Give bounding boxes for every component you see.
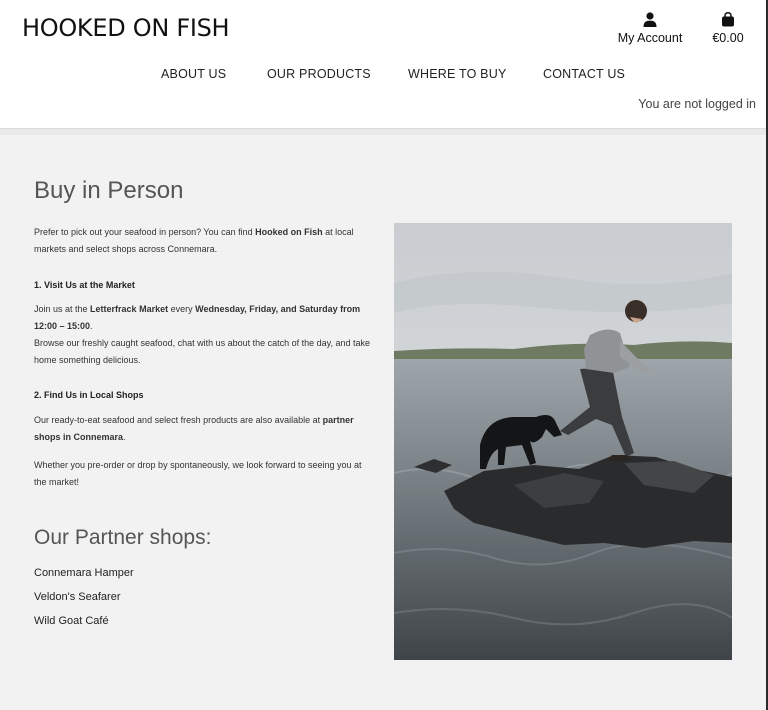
my-account-link[interactable]: My Account (612, 12, 688, 45)
page-title: Buy in Person (34, 177, 184, 204)
section-heading-shops: 2. Find Us in Local Shops (34, 390, 144, 400)
intro-paragraph: Prefer to pick out your seafood in perso… (34, 227, 354, 254)
nav-our-products[interactable]: OUR PRODUCTS (267, 67, 371, 81)
site-logo[interactable]: HOOKED ON FISH (22, 14, 230, 42)
partner-shop: Connemara Hamper (34, 567, 134, 579)
partner-shop: Wild Goat Café (34, 615, 109, 627)
closing-paragraph: Whether you pre-order or drop by spontan… (34, 460, 362, 487)
shopping-bag-icon (722, 12, 734, 27)
login-status: You are not logged in (638, 97, 756, 111)
shops-paragraph: Our ready-to-eat seafood and select fres… (34, 415, 354, 442)
partner-shop: Veldon's Seafarer (34, 591, 121, 603)
partners-title: Our Partner shops: (34, 526, 212, 549)
header-divider (0, 128, 768, 135)
cart-total: €0.00 (712, 31, 744, 45)
section-heading-market: 1. Visit Us at the Market (34, 280, 135, 290)
my-account-label: My Account (617, 31, 683, 45)
user-icon (643, 12, 657, 27)
nav-about-us[interactable]: ABOUT US (161, 67, 226, 81)
nav-contact-us[interactable]: CONTACT US (543, 67, 625, 81)
nav-where-to-buy[interactable]: WHERE TO BUY (408, 67, 506, 81)
cart-link[interactable]: €0.00 (704, 12, 752, 45)
fisherman-with-dog-photo (394, 223, 732, 660)
market-paragraph: Join us at the Letterfrack Market every … (34, 304, 371, 365)
